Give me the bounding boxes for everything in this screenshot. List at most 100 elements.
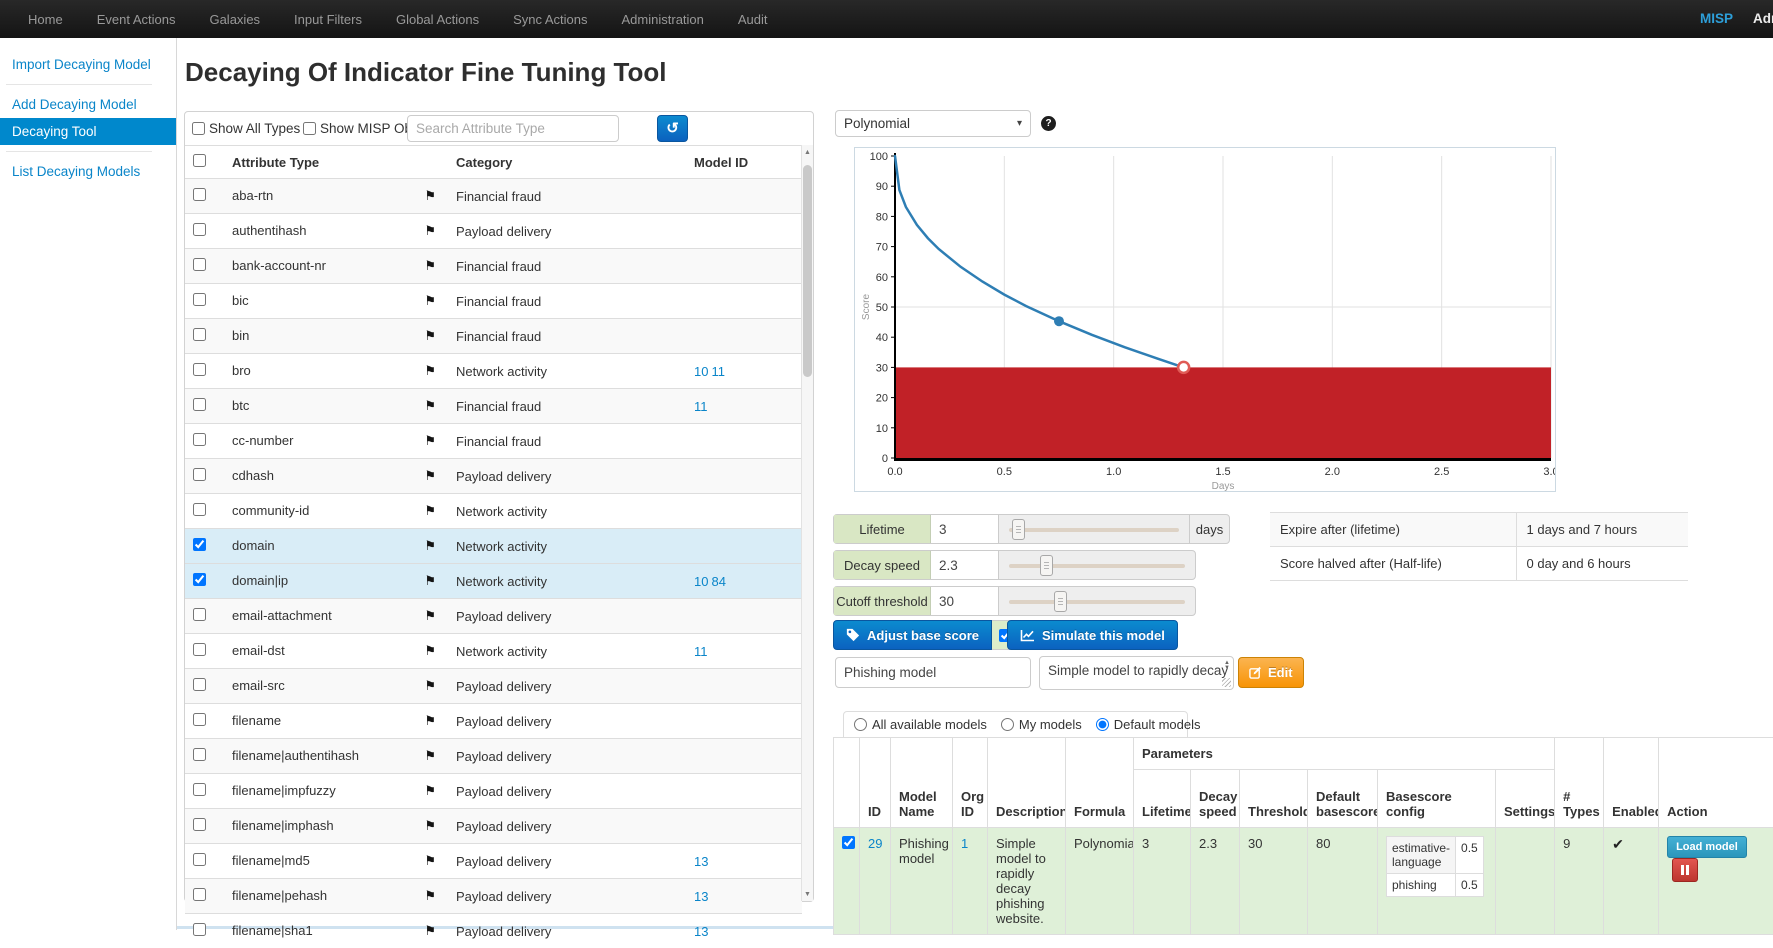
attribute-row-filename|impfuzzy[interactable]: ⚑filename|impfuzzyPayload delivery (185, 774, 802, 809)
nav-user-link[interactable]: Admin (1753, 11, 1773, 26)
model-select-cell[interactable] (834, 828, 860, 935)
flag-icon[interactable]: ⚑ (424, 923, 436, 939)
nav-item-audit[interactable]: Audit (738, 12, 768, 27)
cutoff-threshold-input[interactable] (931, 587, 999, 615)
slider-thumb[interactable] (1040, 555, 1053, 576)
action-cell[interactable]: Load model (1659, 828, 1773, 935)
radio-all-available-models[interactable] (854, 718, 867, 731)
radio-label[interactable]: Default models (1114, 717, 1201, 732)
org-id-link[interactable]: 1 (961, 836, 968, 851)
row-checkbox[interactable] (193, 363, 206, 376)
row-checkbox[interactable] (193, 433, 206, 446)
model-id-link[interactable]: 10 (694, 364, 708, 379)
org-id-cell[interactable]: 1 (953, 828, 988, 935)
row-checkbox[interactable] (193, 713, 206, 726)
sidebar-item-list-decaying-models[interactable]: List Decaying Models (0, 158, 176, 185)
model-id-link[interactable]: 11 (694, 644, 708, 659)
flag-icon[interactable]: ⚑ (424, 223, 436, 239)
flag-icon[interactable]: ⚑ (424, 258, 436, 274)
model-id-link[interactable]: 29 (868, 836, 882, 851)
attribute-row-bic[interactable]: ⚑bicFinancial fraud (185, 284, 802, 319)
reset-search-button[interactable]: ↺ (657, 115, 688, 142)
search-attribute-input[interactable] (407, 115, 619, 142)
row-checkbox[interactable] (193, 223, 206, 236)
attribute-row-email-attachment[interactable]: ⚑email-attachmentPayload delivery (185, 599, 802, 634)
model-id-link[interactable]: 11 (711, 364, 725, 379)
model-id-link[interactable]: 13 (694, 854, 708, 869)
lifetime-input[interactable] (931, 515, 999, 543)
slider[interactable] (999, 587, 1195, 615)
attribute-row-btc[interactable]: ⚑btcFinancial fraud11 (185, 389, 802, 424)
flag-icon[interactable]: ⚑ (424, 468, 436, 484)
nav-item-galaxies[interactable]: Galaxies (209, 12, 260, 27)
show-misp-objects-checkbox[interactable] (303, 122, 316, 135)
attribute-table-scrollbar[interactable]: ▲ ▼ (801, 145, 813, 901)
decay-speed-input[interactable] (931, 551, 999, 579)
attribute-row-filename[interactable]: ⚑filenamePayload delivery (185, 704, 802, 739)
attribute-row-bank-account-nr[interactable]: ⚑bank-account-nrFinancial fraud (185, 249, 802, 284)
attribute-row-cc-number[interactable]: ⚑cc-numberFinancial fraud (185, 424, 802, 459)
model-id-link[interactable]: 84 (711, 574, 725, 589)
flag-icon[interactable]: ⚑ (424, 188, 436, 204)
row-checkbox[interactable] (193, 328, 206, 341)
flag-icon[interactable]: ⚑ (424, 538, 436, 554)
model-row-checkbox[interactable] (842, 836, 855, 849)
decay-chart-svg[interactable]: 01020304050607080901000.00.51.01.52.02.5… (855, 148, 1555, 491)
show-all-types-checkbox[interactable] (192, 122, 205, 135)
flag-icon[interactable]: ⚑ (424, 608, 436, 624)
row-checkbox[interactable] (193, 503, 206, 516)
flag-icon[interactable]: ⚑ (424, 433, 436, 449)
attribute-row-authentihash[interactable]: ⚑authentihashPayload delivery (185, 214, 802, 249)
flag-icon[interactable]: ⚑ (424, 503, 436, 519)
row-checkbox[interactable] (193, 643, 206, 656)
row-checkbox[interactable] (193, 293, 206, 306)
attribute-row-filename|md5[interactable]: ⚑filename|md5Payload delivery13 (185, 844, 802, 879)
attribute-row-bro[interactable]: ⚑broNetwork activity1011 (185, 354, 802, 389)
flag-icon[interactable]: ⚑ (424, 643, 436, 659)
row-checkbox[interactable] (193, 188, 206, 201)
row-checkbox[interactable] (193, 538, 206, 551)
slider-track[interactable] (1009, 600, 1185, 604)
model-id-link[interactable]: 13 (694, 889, 708, 904)
row-checkbox[interactable] (193, 468, 206, 481)
model-id-link[interactable]: 13 (694, 924, 708, 939)
nav-item-sync-actions[interactable]: Sync Actions (513, 12, 587, 27)
row-checkbox[interactable] (193, 853, 206, 866)
nav-item-input-filters[interactable]: Input Filters (294, 12, 362, 27)
row-checkbox[interactable] (193, 398, 206, 411)
flag-icon[interactable]: ⚑ (424, 888, 436, 904)
sidebar-item-add-decaying-model[interactable]: Add Decaying Model (0, 91, 176, 118)
slider-track[interactable] (1009, 564, 1185, 568)
radio-default-models[interactable] (1096, 718, 1109, 731)
flag-icon[interactable]: ⚑ (424, 293, 436, 309)
attribute-row-email-src[interactable]: ⚑email-srcPayload delivery (185, 669, 802, 704)
attribute-row-filename|authentihash[interactable]: ⚑filename|authentihashPayload delivery (185, 739, 802, 774)
model-id-link[interactable]: 11 (694, 399, 708, 414)
flag-icon[interactable]: ⚑ (424, 398, 436, 414)
radio-label[interactable]: My models (1019, 717, 1082, 732)
row-checkbox[interactable] (193, 573, 206, 586)
edit-model-button[interactable]: Edit (1238, 657, 1304, 688)
flag-icon[interactable]: ⚑ (424, 748, 436, 764)
radio-label[interactable]: All available models (872, 717, 987, 732)
slider[interactable] (999, 551, 1195, 579)
flag-icon[interactable]: ⚑ (424, 328, 436, 344)
pause-model-button[interactable] (1672, 858, 1698, 882)
flag-icon[interactable]: ⚑ (424, 853, 436, 869)
select-all-checkbox[interactable] (193, 154, 206, 167)
attribute-row-cdhash[interactable]: ⚑cdhashPayload delivery (185, 459, 802, 494)
nav-item-global-actions[interactable]: Global Actions (396, 12, 479, 27)
drag-handle-point[interactable] (1054, 316, 1064, 326)
adjust-base-score-button[interactable]: Adjust base score (833, 620, 992, 650)
flag-icon[interactable]: ⚑ (424, 678, 436, 694)
model-row-29[interactable]: 29Phishing model1Simple model to rapidly… (834, 828, 1773, 935)
nav-item-event-actions[interactable]: Event Actions (97, 12, 176, 27)
flag-icon[interactable]: ⚑ (424, 783, 436, 799)
scrollbar-thumb[interactable] (803, 165, 812, 377)
attribute-row-domain[interactable]: ⚑domainNetwork activity (185, 529, 802, 564)
load-model-button[interactable]: Load model (1667, 836, 1747, 858)
model-name-input[interactable] (835, 657, 1031, 688)
model-description-textarea[interactable]: Simple model to rapidly decay ▲▼ (1039, 656, 1234, 690)
model-id-cell[interactable]: 29 (860, 828, 891, 935)
nav-item-home[interactable]: Home (28, 12, 63, 27)
